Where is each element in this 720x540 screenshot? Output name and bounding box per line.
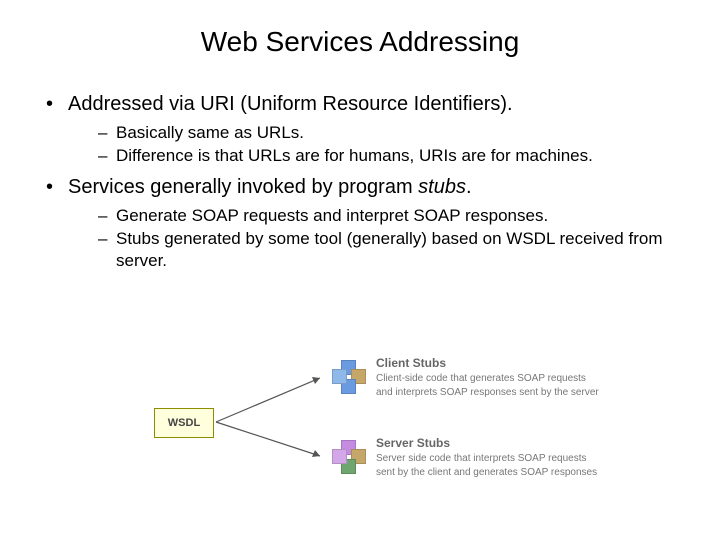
client-stubs-desc: Client-side code that generates SOAP req… <box>376 372 604 399</box>
server-stubs-group: Server Stubs Server side code that inter… <box>332 436 604 479</box>
wsdl-diagram: WSDL Client Stubs Client-side code that … <box>154 350 604 510</box>
bullet-2: Services generally invoked by program st… <box>46 175 692 272</box>
server-stubs-desc: Server side code that interprets SOAP re… <box>376 452 604 479</box>
sublist-1: Basically same as URLs. Difference is th… <box>68 122 692 168</box>
bullet-2-tail: . <box>466 176 472 198</box>
diagram-arrows <box>212 350 332 500</box>
sub-2a: Generate SOAP requests and interpret SOA… <box>98 205 692 227</box>
slide-title: Web Services Addressing <box>0 0 720 68</box>
wsdl-label: WSDL <box>154 408 214 438</box>
sub-1b: Difference is that URLs are for humans, … <box>98 145 692 167</box>
bullet-list: Addressed via URI (Uniform Resource Iden… <box>28 92 692 272</box>
client-stubs-text: Client Stubs Client-side code that gener… <box>376 356 604 399</box>
bullet-2-head: Services generally invoked by program <box>68 176 418 198</box>
server-stubs-title: Server Stubs <box>376 436 604 450</box>
server-stubs-icon <box>332 440 366 474</box>
client-stubs-group: Client Stubs Client-side code that gener… <box>332 356 604 399</box>
sub-2b: Stubs generated by some tool (generally)… <box>98 228 692 272</box>
server-stubs-text: Server Stubs Server side code that inter… <box>376 436 604 479</box>
slide: Web Services Addressing Addressed via UR… <box>0 0 720 540</box>
slide-body: Addressed via URI (Uniform Resource Iden… <box>0 68 720 272</box>
bullet-1: Addressed via URI (Uniform Resource Iden… <box>46 92 692 167</box>
client-stubs-title: Client Stubs <box>376 356 604 370</box>
sublist-2: Generate SOAP requests and interpret SOA… <box>68 205 692 272</box>
bullet-2-emph: stubs <box>418 176 466 198</box>
bullet-1-text: Addressed via URI (Uniform Resource Iden… <box>68 93 513 115</box>
client-stubs-icon <box>332 360 366 394</box>
sub-1a: Basically same as URLs. <box>98 122 692 144</box>
